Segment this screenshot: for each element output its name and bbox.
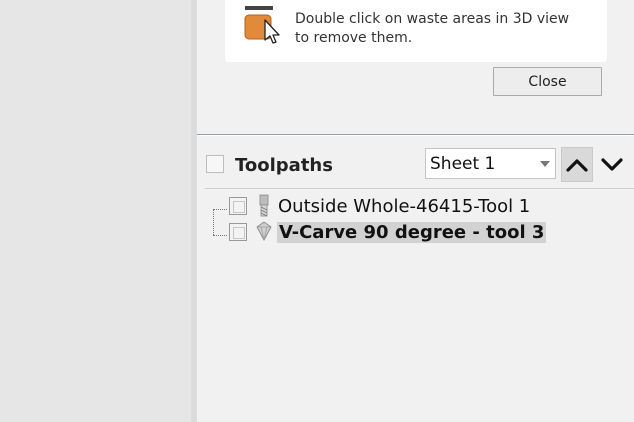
left-panel-background <box>0 0 191 422</box>
list-divider <box>205 188 634 189</box>
toolpath-checkbox[interactable] <box>229 223 247 241</box>
section-divider-highlight <box>197 135 634 136</box>
toolpaths-title: Toolpaths <box>235 155 333 176</box>
hint-text-line1: Double click on waste areas in 3D view <box>295 11 570 27</box>
chevron-up-icon <box>566 158 588 172</box>
end-mill-icon <box>259 194 269 217</box>
sheet-select-value: Sheet 1 <box>430 154 496 174</box>
toolpath-row[interactable]: V-Carve 90 degree - tool 3 <box>197 219 634 245</box>
v-bit-icon <box>256 221 272 241</box>
chevron-down-icon <box>601 157 623 171</box>
waste-click-icon <box>244 6 280 44</box>
toolpath-label[interactable]: Outside Whole-46415-Tool 1 <box>278 196 530 217</box>
move-up-button[interactable] <box>561 147 593 182</box>
toolpath-row[interactable]: Outside Whole-46415-Tool 1 <box>197 193 634 219</box>
toolpath-checkbox[interactable] <box>229 197 247 215</box>
hint-box: Double click on waste areas in 3D view t… <box>225 0 607 62</box>
hint-text-line2: to remove them. <box>295 30 413 46</box>
right-panel: Double click on waste areas in 3D view t… <box>197 0 634 422</box>
move-down-button[interactable] <box>596 147 628 182</box>
toolpaths-select-all-checkbox[interactable] <box>206 155 224 173</box>
close-button[interactable]: Close <box>493 67 602 96</box>
hint-text: Double click on waste areas in 3D view t… <box>295 10 600 48</box>
sheet-select[interactable]: Sheet 1 <box>425 148 556 179</box>
dropdown-arrow-icon <box>540 161 550 167</box>
toolpath-label-selected[interactable]: V-Carve 90 degree - tool 3 <box>277 222 547 243</box>
